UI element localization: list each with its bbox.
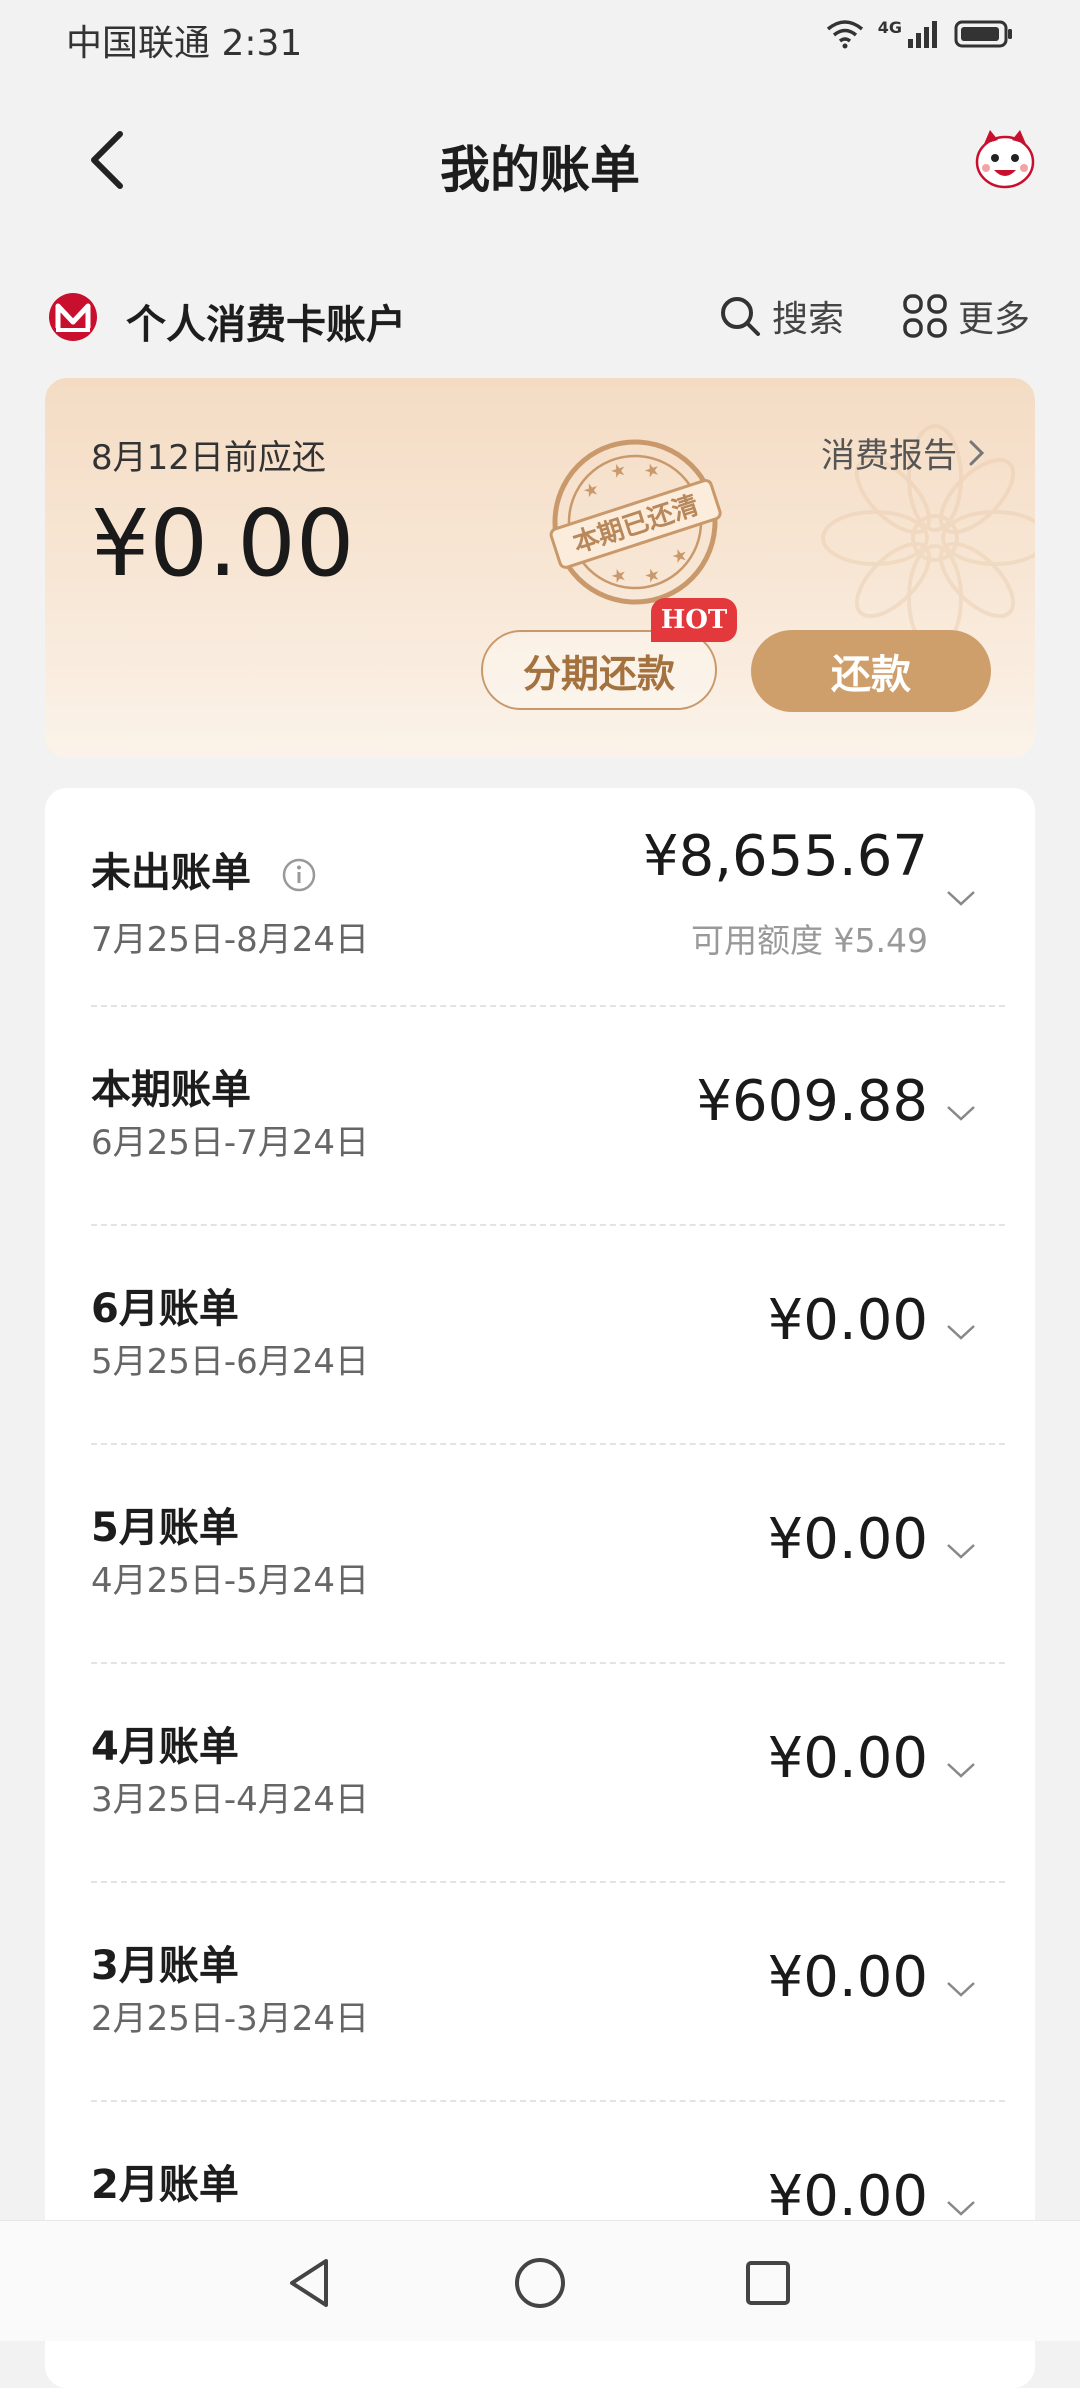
bill-title: 4月账单 <box>91 1724 239 1770</box>
svg-text:★: ★ <box>608 459 630 484</box>
bill-title: 3月账单 <box>91 1943 239 1989</box>
bill-row-current[interactable]: 本期账单 6月25日-7月24日 ¥609.88 <box>45 1007 1035 1226</box>
bill-amount: ¥0.00 <box>767 1288 928 1353</box>
search-button[interactable]: 搜索 <box>718 290 844 342</box>
account-row: 个人消费卡账户 搜索 更多 <box>48 286 1038 350</box>
nav-header: 我的账单 <box>0 100 1080 220</box>
bill-period: 2月25日-3月24日 <box>91 1999 370 2039</box>
installment-repay-button[interactable]: 分期还款 <box>481 630 717 710</box>
hot-badge: HOT <box>651 598 737 642</box>
chevron-down-icon <box>947 1763 975 1778</box>
bill-title: 2月账单 <box>91 2162 239 2208</box>
bill-amount: ¥609.88 <box>696 1069 928 1134</box>
chevron-down-icon <box>947 1106 975 1121</box>
bill-title: 未出账单 <box>91 850 251 896</box>
chevron-down-icon <box>947 2201 975 2216</box>
bill-title: 6月账单 <box>91 1286 239 1332</box>
svg-text:★: ★ <box>669 544 691 569</box>
bill-title: 本期账单 <box>91 1067 251 1113</box>
carrier-time: 中国联通 2:31 <box>66 23 303 64</box>
chevron-down-icon <box>947 1325 975 1340</box>
mascot-icon <box>975 130 1035 189</box>
bill-list: 未出账单 7月25日-8月24日 ¥8,655.67 可用额度 ¥5.49 本期… <box>45 788 1035 2388</box>
signal-icon <box>908 21 937 48</box>
nav-home-icon[interactable] <box>510 2253 570 2313</box>
bill-row-june[interactable]: 6月账单 5月25日-6月24日 ¥0.00 <box>45 1226 1035 1445</box>
consumption-report-label: 消费报告 <box>821 436 957 476</box>
due-date-label: 8月12日前应还 <box>91 438 326 478</box>
system-nav-bar <box>0 2220 1080 2341</box>
bill-row-unbilled[interactable]: 未出账单 7月25日-8月24日 ¥8,655.67 可用额度 ¥5.49 <box>45 788 1035 1007</box>
chevron-down-icon <box>947 891 975 906</box>
account-name: 个人消费卡账户 <box>126 302 406 348</box>
bill-amount: ¥0.00 <box>767 1726 928 1791</box>
svg-text:★: ★ <box>642 563 664 588</box>
bill-row-may[interactable]: 5月账单 4月25日-5月24日 ¥0.00 <box>45 1445 1035 1664</box>
paid-stamp-icon: ★ ★ ★ ★ ★ ★ 本期已还清 <box>549 439 722 605</box>
mascot-assistant-button[interactable] <box>970 124 1040 194</box>
bill-period: 3月25日-4月24日 <box>91 1780 370 1820</box>
page-title: 我的账单 <box>440 141 640 199</box>
due-card: 8月12日前应还 消费报告 ¥0.00 ★ ★ ★ ★ ★ ★ 本期已还清 分期… <box>45 378 1035 758</box>
bank-logo-icon <box>49 293 97 341</box>
bank-logo <box>48 292 98 342</box>
wifi-icon <box>826 20 863 49</box>
status-icons: 4G <box>826 18 1014 50</box>
consumption-report-link[interactable]: 消费报告 <box>821 428 987 477</box>
search-icon <box>721 297 760 336</box>
bill-period: 5月25日-6月24日 <box>91 1342 370 1382</box>
bill-row-april[interactable]: 4月账单 3月25日-4月24日 ¥0.00 <box>45 1664 1035 1883</box>
available-credit: 可用额度 ¥5.49 <box>691 921 928 960</box>
bill-title-wrap: 未出账单 <box>91 840 317 898</box>
bill-row-march[interactable]: 3月账单 2月25日-3月24日 ¥0.00 <box>45 1883 1035 2102</box>
bill-period: 7月25日-8月24日 <box>91 920 370 960</box>
bill-amount: ¥8,655.67 <box>642 824 928 889</box>
network-type-label: 4G <box>877 17 902 37</box>
bill-period: 4月25日-5月24日 <box>91 1561 370 1601</box>
nav-back-icon[interactable] <box>280 2253 340 2313</box>
bill-amount: ¥0.00 <box>767 1507 928 1572</box>
search-label: 搜索 <box>772 299 845 340</box>
bill-amount: ¥0.00 <box>767 1945 928 2010</box>
more-label: 更多 <box>958 299 1031 340</box>
nav-recents-icon[interactable] <box>738 2253 798 2313</box>
bill-title: 5月账单 <box>91 1505 239 1551</box>
svg-text:★: ★ <box>580 478 602 503</box>
chevron-right-icon <box>969 440 985 465</box>
bill-period: 6月25日-7月24日 <box>91 1123 370 1163</box>
repay-button[interactable]: 还款 <box>751 630 991 712</box>
grid-icon <box>903 294 947 338</box>
more-button[interactable]: 更多 <box>902 290 1030 342</box>
chevron-down-icon <box>947 1544 975 1559</box>
due-amount: ¥0.00 <box>91 490 355 597</box>
info-icon[interactable] <box>281 857 317 893</box>
status-bar: 中国联通 2:31 4G <box>0 0 1080 80</box>
chevron-down-icon <box>947 1982 975 1997</box>
battery-icon <box>954 20 1012 48</box>
